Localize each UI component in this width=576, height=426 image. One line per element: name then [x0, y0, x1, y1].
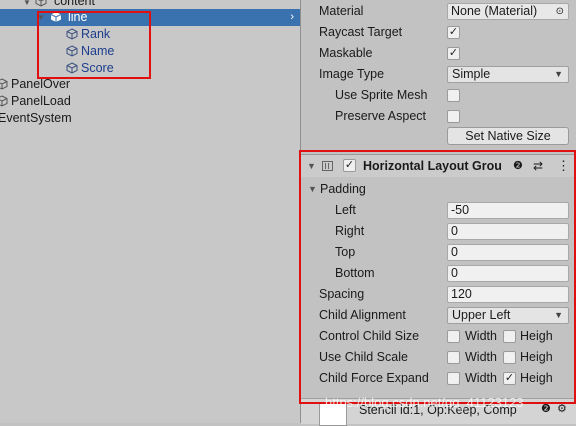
padding-left-input[interactable]: -50 [447, 202, 569, 219]
collapse-arrow-icon[interactable]: ▼ [36, 9, 46, 26]
use-child-scale-row: Use Child Scale Width Heigh [301, 347, 576, 368]
checkbox-label: Heigh [520, 350, 553, 364]
hierarchy-item-label: PanelLoad [11, 94, 71, 108]
set-native-size-row: Set Native Size [301, 126, 576, 147]
scale-width-checkbox[interactable] [447, 351, 460, 364]
gameobject-icon [66, 45, 78, 57]
hierarchy-item-eventsystem[interactable]: EventSystem [0, 110, 72, 127]
hierarchy-item-panelover[interactable]: PanelOver [0, 76, 70, 93]
scale-height-checkbox[interactable] [503, 351, 516, 364]
padding-left-row: Left -50 [301, 200, 576, 221]
dropdown-arrow-icon: ▼ [554, 310, 563, 320]
collapse-arrow-icon[interactable]: ▼ [308, 179, 317, 200]
hierarchy-item-label: Score [81, 61, 114, 75]
checkbox-label: Width [465, 350, 497, 364]
control-height-checkbox[interactable] [503, 330, 516, 343]
maskable-checkbox[interactable]: ✓ [447, 47, 460, 60]
hierarchy-item-label: Rank [81, 27, 111, 41]
field-label: Top [335, 245, 356, 259]
expand-height-checkbox[interactable]: ✓ [503, 372, 516, 385]
padding-top-input[interactable]: 0 [447, 244, 569, 261]
field-label: Use Child Scale [319, 350, 408, 364]
field-label: Child Alignment [319, 308, 406, 322]
raycast-target-checkbox[interactable]: ✓ [447, 26, 460, 39]
padding-right-input[interactable]: 0 [447, 223, 569, 240]
child-force-expand-row: Child Force Expand Width ✓ Heigh [301, 368, 576, 389]
prefab-cube-icon [50, 12, 62, 22]
use-sprite-mesh-checkbox[interactable] [447, 89, 460, 102]
gameobject-icon [0, 95, 8, 107]
preserve-aspect-checkbox[interactable] [447, 110, 460, 123]
field-label: Image Type [319, 67, 385, 81]
hierarchy-item-rank[interactable]: Rank [66, 26, 110, 43]
field-label: Bottom [335, 266, 375, 280]
child-alignment-dropdown[interactable]: Upper Left ▼ [447, 307, 569, 324]
field-label: Material [319, 4, 364, 18]
spacing-row: Spacing 120 [301, 284, 576, 305]
image-type-row: Image Type Simple ▼ [301, 64, 576, 85]
dropdown-arrow-icon: ▼ [554, 69, 563, 79]
hierarchy-item-label: EventSystem [0, 111, 72, 125]
child-alignment-row: Child Alignment Upper Left ▼ [301, 305, 576, 326]
chevron-right-icon[interactable]: › [290, 9, 294, 26]
component-title: Horizontal Layout Grou [363, 159, 502, 173]
padding-top-row: Top 0 [301, 242, 576, 263]
field-label: Preserve Aspect [335, 109, 427, 123]
gameobject-icon [0, 78, 8, 90]
control-child-size-row: Control Child Size Width Heigh [301, 326, 576, 347]
hierarchy-item-panelload[interactable]: PanelLoad [0, 93, 71, 110]
preserve-aspect-row: Preserve Aspect [301, 106, 576, 127]
hierarchy-item-line[interactable]: ▼ line › [0, 9, 300, 26]
maskable-row: Maskable ✓ [301, 43, 576, 64]
inspector-panel: Material None (Material) ⊙ Raycast Target… [299, 0, 576, 426]
image-type-dropdown[interactable]: Simple ▼ [447, 66, 569, 83]
checkbox-label: Width [465, 329, 497, 343]
gameobject-icon [66, 28, 78, 40]
padding-bottom-input[interactable]: 0 [447, 265, 569, 282]
padding-bottom-row: Bottom 0 [301, 263, 576, 284]
help-icon[interactable]: ❷ [513, 155, 523, 177]
use-sprite-mesh-row: Use Sprite Mesh [301, 85, 576, 106]
gameobject-icon [35, 0, 47, 7]
hierarchy-item-label: PanelOver [11, 77, 71, 91]
field-label: Raycast Target [319, 25, 403, 39]
padding-row[interactable]: ▼ Padding [301, 179, 576, 200]
field-label: Padding [320, 182, 366, 196]
field-label: Right [335, 224, 365, 238]
spacing-input[interactable]: 120 [447, 286, 569, 303]
hierarchy-item-label: Name [81, 44, 115, 58]
field-label: Spacing [319, 287, 365, 301]
field-label: Use Sprite Mesh [335, 88, 428, 102]
field-label: Maskable [319, 46, 373, 60]
hierarchy-item-name[interactable]: Name [66, 43, 114, 60]
material-field[interactable]: None (Material) ⊙ [447, 3, 569, 20]
layout-group-icon [322, 161, 333, 171]
object-picker-icon[interactable]: ⊙ [556, 4, 564, 19]
hierarchy-panel: ▼ content ▼ line › Rank Name Score Panel… [0, 0, 300, 423]
preset-icon[interactable]: ⇄ [533, 155, 543, 177]
help-icon[interactable]: ❷ [541, 402, 551, 415]
control-width-checkbox[interactable] [447, 330, 460, 343]
set-native-size-button[interactable]: Set Native Size [447, 127, 569, 145]
settings-icon[interactable]: ⚙ [557, 402, 567, 415]
component-enabled-checkbox[interactable]: ✓ [343, 159, 356, 172]
checkbox-label: Heigh [520, 371, 553, 385]
checkbox-label: Width [465, 371, 497, 385]
field-label: Left [335, 203, 356, 217]
raycast-target-row: Raycast Target ✓ [301, 22, 576, 43]
watermark: https://blog.csdn.net/qq_41123123 [325, 395, 524, 410]
hierarchy-item-label: content [53, 0, 95, 8]
field-label: Child Force Expand [319, 371, 429, 385]
gameobject-icon [66, 62, 78, 74]
checkbox-label: Heigh [520, 329, 553, 343]
layout-group-header[interactable]: ▼ ✓ Horizontal Layout Grou ❷ ⇄ ⋮ [301, 154, 576, 177]
material-row: Material None (Material) ⊙ [301, 1, 576, 22]
hierarchy-item-score[interactable]: Score [66, 60, 114, 77]
hierarchy-item-label: line [68, 10, 88, 24]
padding-right-row: Right 0 [301, 221, 576, 242]
collapse-arrow-icon[interactable]: ▼ [307, 155, 316, 177]
expand-width-checkbox[interactable] [447, 372, 460, 385]
field-label: Control Child Size [319, 329, 420, 343]
more-options-icon[interactable]: ⋮ [557, 155, 570, 177]
